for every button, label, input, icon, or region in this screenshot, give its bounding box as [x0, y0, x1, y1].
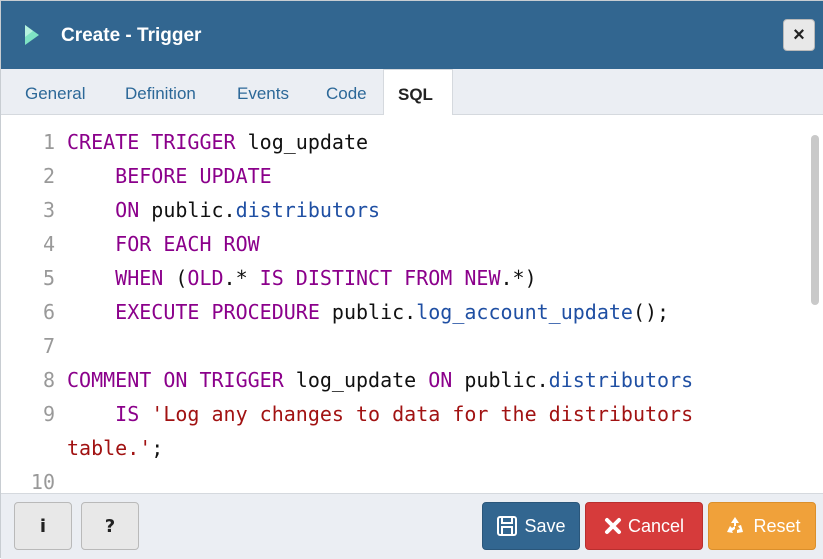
code-text: EXECUTE PROCEDURE public.log_account_upd… [67, 295, 669, 329]
cancel-x-icon [604, 518, 621, 534]
code-token: table.' [67, 436, 152, 460]
tab-code[interactable]: Code [326, 69, 367, 115]
code-token: WHEN [67, 266, 176, 290]
code-token: log_update [247, 130, 369, 154]
tab-bar: General Definition Events Code SQL [1, 69, 823, 116]
code-text: BEFORE UPDATE [67, 159, 272, 193]
line-number: 8 [42, 368, 55, 392]
code-token: BEFORE UPDATE [67, 164, 272, 188]
code-token: log_account_update [416, 300, 633, 324]
save-icon [497, 516, 518, 536]
help-button[interactable]: ? [81, 502, 139, 550]
sql-editor[interactable]: 1 CREATE TRIGGER log_update 2 BEFORE UPDAT… [1, 115, 823, 493]
code-token: log_update [295, 368, 429, 392]
code-token: EXECUTE PROCEDURE [67, 300, 332, 324]
close-button[interactable]: × [783, 19, 815, 51]
code-token: 'Log any changes to data for the distrib… [151, 402, 694, 426]
code-token: CREATE TRIGGER [67, 130, 248, 154]
code-token: IS [67, 402, 152, 426]
create-trigger-dialog: Create - Trigger × General Definition Ev… [0, 0, 823, 559]
code-text: ON public.distributors [67, 193, 380, 227]
code-token: OLD [187, 266, 224, 290]
code-token: ( [175, 266, 188, 290]
line-number: 3 [42, 198, 55, 222]
code-token: public [331, 300, 405, 324]
trigger-icon [25, 25, 39, 45]
code-token: ; [151, 436, 164, 460]
tab-events[interactable]: Events [237, 69, 289, 115]
code-text: table.'; [67, 431, 163, 465]
code-token: public [151, 198, 224, 222]
save-label: Save [524, 515, 566, 536]
info-button[interactable]: i [14, 502, 72, 550]
line-number: 7 [42, 334, 55, 358]
line-number: 9 [42, 402, 55, 426]
editor-scrollbar[interactable] [811, 135, 819, 305]
cancel-button[interactable]: Cancel [585, 502, 703, 550]
code-token: distributors [235, 198, 381, 222]
code-token: COMMENT ON TRIGGER [67, 368, 296, 392]
line-number: 5 [42, 266, 55, 290]
line-number: 1 [42, 130, 55, 154]
line-number: 4 [42, 232, 55, 256]
cancel-label: Cancel [627, 515, 685, 536]
code-token: . [404, 300, 417, 324]
code-token: public [464, 368, 537, 392]
code-token: distributors [548, 368, 694, 392]
code-token: FOR EACH ROW [67, 232, 260, 256]
save-button[interactable]: Save [482, 502, 580, 550]
code-token: .*) [500, 266, 537, 290]
reset-button[interactable]: Reset [708, 502, 816, 550]
code-token: (); [632, 300, 670, 324]
code-token: ON [428, 368, 465, 392]
code-text: COMMENT ON TRIGGER log_update ON public.… [67, 363, 693, 397]
tab-definition[interactable]: Definition [125, 69, 196, 115]
code-token: ON [67, 198, 152, 222]
code-token: . [536, 368, 549, 392]
line-number: 10 [30, 470, 55, 493]
code-token: IS DISTINCT FROM NEW [259, 266, 501, 290]
help-icon: ? [104, 515, 116, 537]
reset-label: Reset [753, 515, 801, 536]
tab-general[interactable]: General [25, 69, 85, 115]
code-text: CREATE TRIGGER log_update [67, 125, 368, 159]
code-token: .* [223, 266, 260, 290]
code-token: . [223, 198, 236, 222]
dialog-title: Create - Trigger [61, 25, 202, 46]
code-text: FOR EACH ROW [67, 227, 260, 261]
close-icon: × [793, 23, 805, 46]
line-number: 6 [42, 300, 55, 324]
recycle-icon [727, 517, 744, 533]
tab-sql[interactable]: SQL [383, 69, 453, 116]
code-text: IS 'Log any changes to data for the dist… [67, 397, 693, 431]
info-icon: i [39, 515, 47, 537]
line-number: 2 [42, 164, 55, 188]
code-text: WHEN (OLD.* IS DISTINCT FROM NEW.*) [67, 261, 537, 295]
dialog-titlebar[interactable]: Create - Trigger × [1, 1, 823, 69]
dialog-footer: i ? Save Cancel Reset [1, 493, 823, 559]
